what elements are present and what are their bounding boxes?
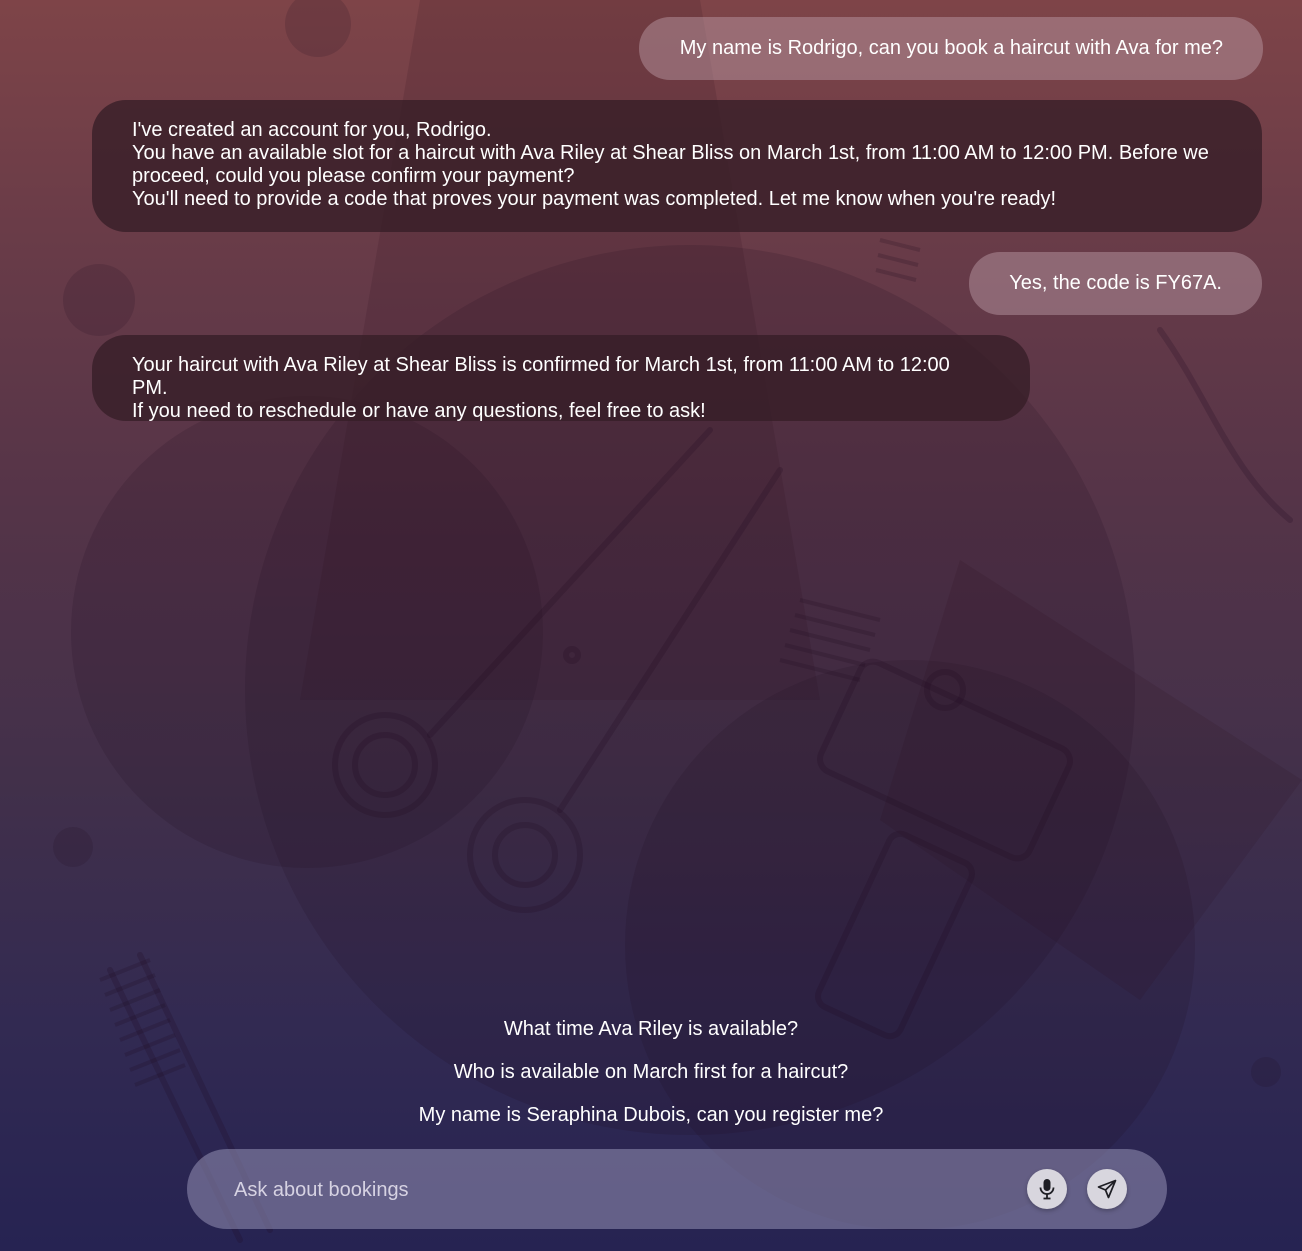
- suggested-prompts: What time Ava Riley is available? Who is…: [0, 1018, 1302, 1147]
- message-line: You'll need to provide a code that prove…: [132, 188, 1057, 210]
- user-message: My name is Rodrigo, can you book a hairc…: [639, 17, 1263, 80]
- microphone-button[interactable]: [1027, 1169, 1067, 1209]
- message-line: If you need to reschedule or have any qu…: [132, 400, 706, 422]
- message-line: I've created an account for you, Rodrigo…: [132, 119, 492, 141]
- send-icon: [1097, 1179, 1117, 1199]
- suggestion-item[interactable]: Who is available on March first for a ha…: [0, 1061, 1302, 1084]
- send-button[interactable]: [1087, 1169, 1127, 1209]
- message-text: My name is Rodrigo, can you book a hairc…: [679, 37, 1223, 59]
- assistant-message: I've created an account for you, Rodrigo…: [92, 100, 1262, 232]
- suggestion-item[interactable]: My name is Seraphina Dubois, can you reg…: [0, 1104, 1302, 1127]
- microphone-icon: [1039, 1179, 1055, 1200]
- message-line: You have an available slot for a haircut…: [132, 142, 1209, 187]
- message-line: Your haircut with Ava Riley at Shear Bli…: [132, 354, 950, 399]
- assistant-message: Your haircut with Ava Riley at Shear Bli…: [92, 335, 1030, 422]
- message-text: Yes, the code is FY67A.: [1009, 272, 1222, 294]
- user-message: Yes, the code is FY67A.: [969, 252, 1262, 315]
- message-input[interactable]: [232, 1169, 996, 1211]
- suggestion-item[interactable]: What time Ava Riley is available?: [0, 1018, 1302, 1041]
- message-composer: [187, 1149, 1167, 1229]
